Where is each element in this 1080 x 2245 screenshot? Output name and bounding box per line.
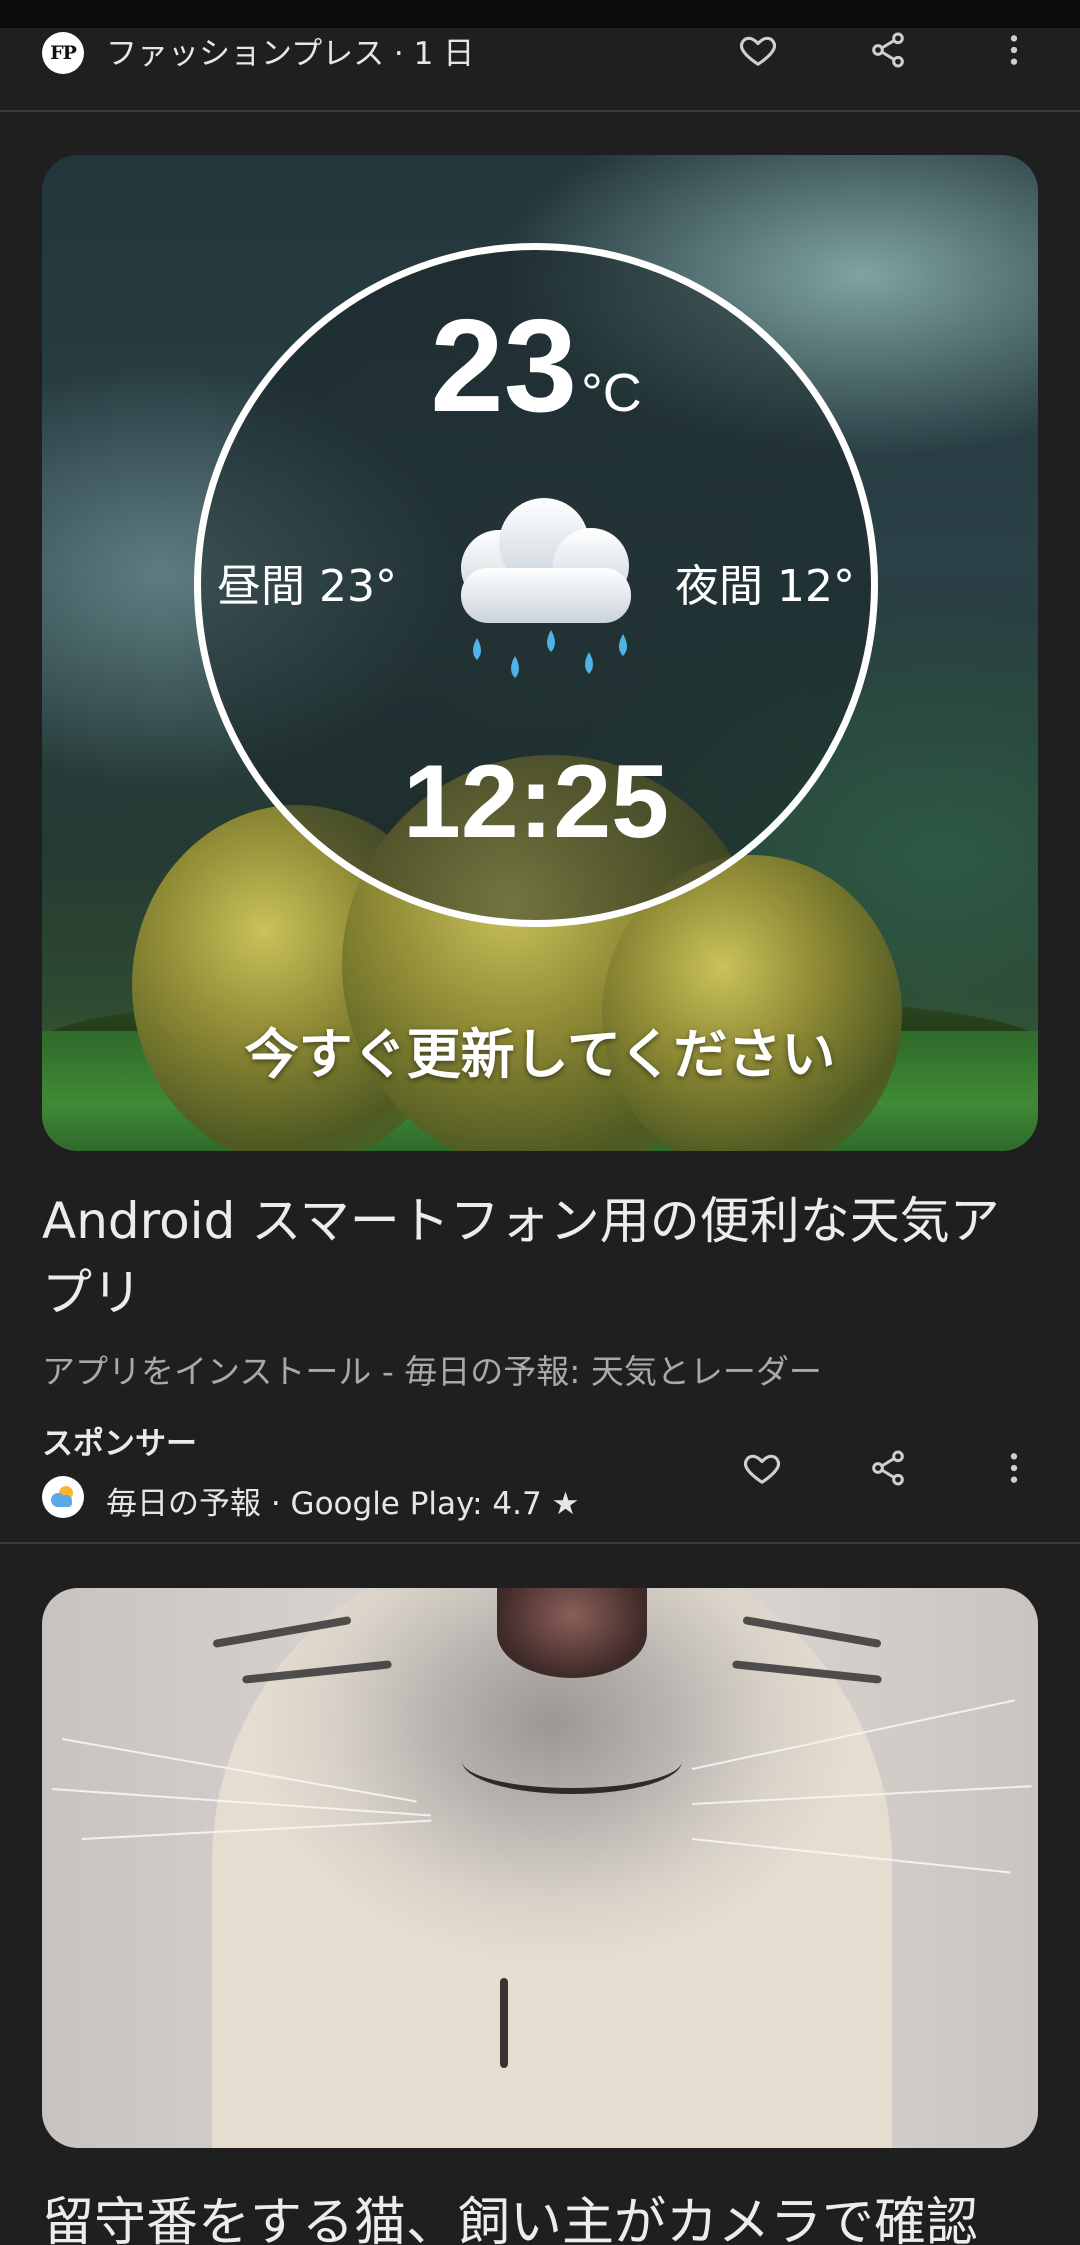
more-options-button[interactable]: [982, 1436, 1046, 1500]
source-logo: FP: [42, 32, 84, 74]
share-icon: [872, 32, 904, 68]
cloud-rain-icon: [461, 498, 631, 678]
next-article-title[interactable]: 留守番をする猫、飼い主がカメラで確認: [42, 2180, 978, 2245]
current-temperature: 23°C: [201, 300, 871, 432]
ad-subtitle[interactable]: アプリをインストール - 毎日の予報: 天気とレーダー: [42, 1345, 822, 1393]
share-icon: [872, 1450, 904, 1486]
heart-icon: [739, 36, 777, 66]
cat-nose: [497, 1588, 647, 1678]
app-logo: [42, 1476, 84, 1518]
like-button[interactable]: [726, 18, 790, 82]
share-button[interactable]: [856, 18, 920, 82]
divider: [0, 1542, 1080, 1544]
article-image[interactable]: [42, 1588, 1038, 2148]
cat-mouth: [462, 1728, 682, 1794]
update-cta-text: 今すぐ更新してください: [244, 1023, 836, 1086]
app-info: 毎日の予報 · Google Play: 4.7 ★: [106, 1486, 580, 1522]
sponsored-label: スポンサー: [42, 1426, 197, 1462]
weather-app-icon: [51, 1486, 73, 1507]
temperature-value: 23: [430, 292, 578, 439]
night-temperature: 夜間 12°: [675, 561, 855, 612]
share-button[interactable]: [856, 1436, 920, 1500]
ad-image[interactable]: 23°C 昼間 23° 夜間 12° 12:25 今すぐ更新してください: [42, 155, 1038, 1151]
weather-widget: 23°C 昼間 23° 夜間 12° 12:25: [194, 243, 878, 927]
more-vert-icon: [1010, 35, 1018, 65]
divider: [0, 110, 1080, 112]
article-meta-row: FP ファッションプレス · 1 日: [0, 18, 1080, 80]
current-time: 12:25: [403, 744, 669, 860]
cat-chest-mark: [500, 1978, 508, 2068]
more-options-button[interactable]: [982, 18, 1046, 82]
like-button[interactable]: [730, 1436, 794, 1500]
ad-title[interactable]: Android スマートフォン用の便利な天気アプリ: [42, 1185, 1038, 1329]
day-temperature: 昼間 23°: [217, 561, 397, 612]
source-line[interactable]: ファッションプレス · 1 日: [106, 28, 474, 73]
temperature-unit: °C: [581, 363, 642, 423]
heart-icon: [743, 1454, 781, 1484]
more-vert-icon: [1010, 1453, 1018, 1483]
